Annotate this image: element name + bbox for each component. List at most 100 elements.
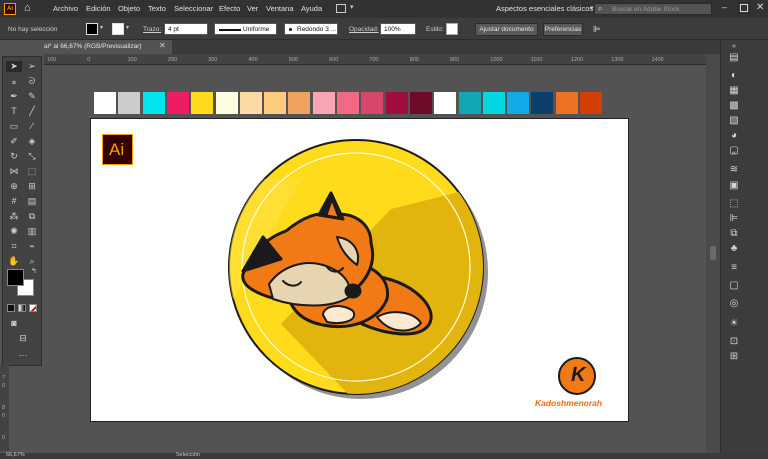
illustrator-app-icon[interactable]: Ai xyxy=(4,3,16,15)
swatches-panel-icon[interactable]: ▩ xyxy=(727,100,741,112)
magic-wand-tool-icon[interactable]: ⁎ xyxy=(6,76,22,87)
close-icon[interactable]: ✕ xyxy=(756,2,764,13)
document-setup-button[interactable]: Ajustar documento xyxy=(475,23,538,36)
slice-tool-icon[interactable]: ⌁ xyxy=(24,241,40,252)
color-swatch xyxy=(215,92,238,114)
menu-efecto[interactable]: Efecto xyxy=(219,4,240,13)
chevron-down-icon[interactable]: ▾ xyxy=(100,24,103,31)
horizontal-ruler: 100 0 100 200 300 400 500 600 700 800 900 1000 1100 1… xyxy=(44,54,720,65)
zoom-tool-icon[interactable]: ⌕ xyxy=(24,256,40,267)
screen-mode-icon[interactable]: ⊟ xyxy=(15,333,31,344)
lasso-tool-icon[interactable]: ᘐ xyxy=(24,76,40,87)
align-panel-icon[interactable]: ⊫ xyxy=(727,213,741,225)
pathfinder-icon[interactable]: ⧉ xyxy=(727,228,741,240)
free-transform-tool-icon[interactable]: ⬚ xyxy=(24,166,40,177)
artboard-tool-icon[interactable]: ⌗ xyxy=(6,241,22,252)
color-mode-gradient[interactable] xyxy=(18,304,26,312)
menu-objeto[interactable]: Objeto xyxy=(118,4,140,13)
vruler-tick: 0 xyxy=(2,383,6,389)
symbols-panel-icon[interactable]: ◕ xyxy=(727,130,741,142)
fill-swatch[interactable] xyxy=(7,269,24,286)
arrange-documents-icon[interactable] xyxy=(336,4,346,13)
color-guide-icon[interactable]: ▦ xyxy=(727,85,741,97)
paintbrush-tool-icon[interactable]: ⁄ xyxy=(24,121,40,132)
vertical-scrollbar[interactable] xyxy=(706,54,720,453)
menu-ver[interactable]: Ver xyxy=(247,4,258,13)
stroke-weight-field[interactable]: 4 pt xyxy=(164,23,208,35)
brush-value: Redondo 3 ... xyxy=(297,26,337,33)
line-tool-icon[interactable]: ╱ xyxy=(24,106,40,117)
gradient-tool-icon[interactable]: ▤ xyxy=(24,196,40,207)
chevron-down-icon[interactable]: ▾ xyxy=(126,24,129,31)
color-mode-none[interactable] xyxy=(29,304,37,312)
menu-ventana[interactable]: Ventana xyxy=(266,4,294,13)
layers-panel-icon[interactable]: ≋ xyxy=(727,164,741,176)
menu-archivo[interactable]: Archivo xyxy=(53,4,78,13)
opacity-label[interactable]: Opacidad: xyxy=(349,26,379,33)
color-swatch xyxy=(239,92,262,114)
column-graph-tool-icon[interactable]: ▥ xyxy=(24,226,40,237)
eraser-tool-icon[interactable]: ◈ xyxy=(24,136,40,147)
color-mode-color[interactable] xyxy=(7,304,15,312)
appearance-panel-icon[interactable]: ☀ xyxy=(727,318,741,330)
rectangle-tool-icon[interactable]: ▭ xyxy=(6,121,22,132)
color-swatch xyxy=(458,92,481,114)
minimize-icon[interactable]: – xyxy=(722,2,727,12)
draw-mode-icon[interactable]: ◙ xyxy=(6,318,22,329)
type-tool-icon[interactable]: T xyxy=(6,106,22,117)
stroke-label[interactable]: Trazo: xyxy=(143,26,161,33)
stroke-profile-dropdown[interactable]: Uniforme xyxy=(214,23,277,35)
color-panel-icon[interactable]: ◐ xyxy=(727,70,741,82)
shape-builder-tool-icon[interactable]: ⊕ xyxy=(6,181,22,192)
properties-panel-icon[interactable]: ▤ xyxy=(727,52,741,64)
fill-color-swatch[interactable] xyxy=(86,23,98,35)
hruler-tick: 0 xyxy=(87,57,91,63)
more-tools-icon[interactable]: ··· xyxy=(15,350,31,361)
stroke-panel-icon[interactable]: ≡ xyxy=(727,262,741,274)
club-icon[interactable]: ♣ xyxy=(727,243,741,255)
blend-tool-icon[interactable]: ⧉ xyxy=(24,211,40,222)
menu-ayuda[interactable]: Ayuda xyxy=(301,4,322,13)
tab-close-icon[interactable]: ✕ xyxy=(159,41,166,50)
width-tool-icon[interactable]: ⋈ xyxy=(6,166,22,177)
selection-tool-icon[interactable]: ➤ xyxy=(6,61,22,72)
symbol-sprayer-tool-icon[interactable]: ✺ xyxy=(6,226,22,237)
style-swatch[interactable] xyxy=(446,23,458,35)
transparency-panel-icon[interactable]: ◎ xyxy=(727,298,741,310)
artboard[interactable]: Ai K Kadoshmenorah xyxy=(90,118,629,422)
collapse-panels-icon[interactable]: « xyxy=(727,148,741,160)
curvature-tool-icon[interactable]: ✎ xyxy=(24,91,40,102)
gradient-panel-icon[interactable]: ▢ xyxy=(727,280,741,292)
menu-texto[interactable]: Texto xyxy=(148,4,166,13)
stroke-color-swatch[interactable] xyxy=(112,23,124,35)
document-tab[interactable]: ai* al 66,67% (RGB/Previsualizar) ✕ xyxy=(44,40,172,54)
scroll-thumb[interactable] xyxy=(710,246,716,260)
stock-search-field[interactable]: ⌕ Buscar en Adobe Stock xyxy=(594,3,712,15)
mesh-tool-icon[interactable]: # xyxy=(6,196,22,207)
swap-colors-icon[interactable]: ↰ xyxy=(31,267,37,275)
eyedropper-tool-icon[interactable]: ⁂ xyxy=(6,211,22,222)
workspace-switcher[interactable]: Aspectos esenciales clásicos xyxy=(496,4,593,13)
transform-panel-icon[interactable]: ⬚ xyxy=(727,198,741,210)
links-panel-icon[interactable]: ⊞ xyxy=(727,351,741,363)
rotate-tool-icon[interactable]: ↻ xyxy=(6,151,22,162)
home-icon[interactable]: ⌂ xyxy=(24,2,37,15)
brush-dropdown[interactable]: Redondo 3 ... xyxy=(284,23,338,35)
direct-selection-tool-icon[interactable]: ➢ xyxy=(24,61,40,72)
artboards-panel-icon[interactable]: ▣ xyxy=(727,180,741,192)
align-icon[interactable]: ⊫ xyxy=(593,24,601,35)
shaper-tool-icon[interactable]: ✐ xyxy=(6,136,22,147)
hand-tool-icon[interactable]: ✋ xyxy=(6,256,22,267)
zoom-level[interactable]: 66,67% xyxy=(6,452,25,458)
navigator-icon[interactable]: ⊡ xyxy=(727,336,741,348)
menu-seleccionar[interactable]: Seleccionar xyxy=(174,4,213,13)
maximize-icon[interactable] xyxy=(740,4,748,12)
scale-tool-icon[interactable]: ⤡ xyxy=(24,151,40,162)
perspective-grid-tool-icon[interactable]: ⊞ xyxy=(24,181,40,192)
menu-edicion[interactable]: Edición xyxy=(86,4,111,13)
fill-stroke-swatches[interactable]: ↰ xyxy=(7,267,39,299)
preferences-button[interactable]: Preferencias xyxy=(543,23,583,36)
pen-tool-icon[interactable]: ✒ xyxy=(6,91,22,102)
brushes-panel-icon[interactable]: ▧ xyxy=(727,115,741,127)
opacity-field[interactable]: 100% xyxy=(380,23,416,35)
